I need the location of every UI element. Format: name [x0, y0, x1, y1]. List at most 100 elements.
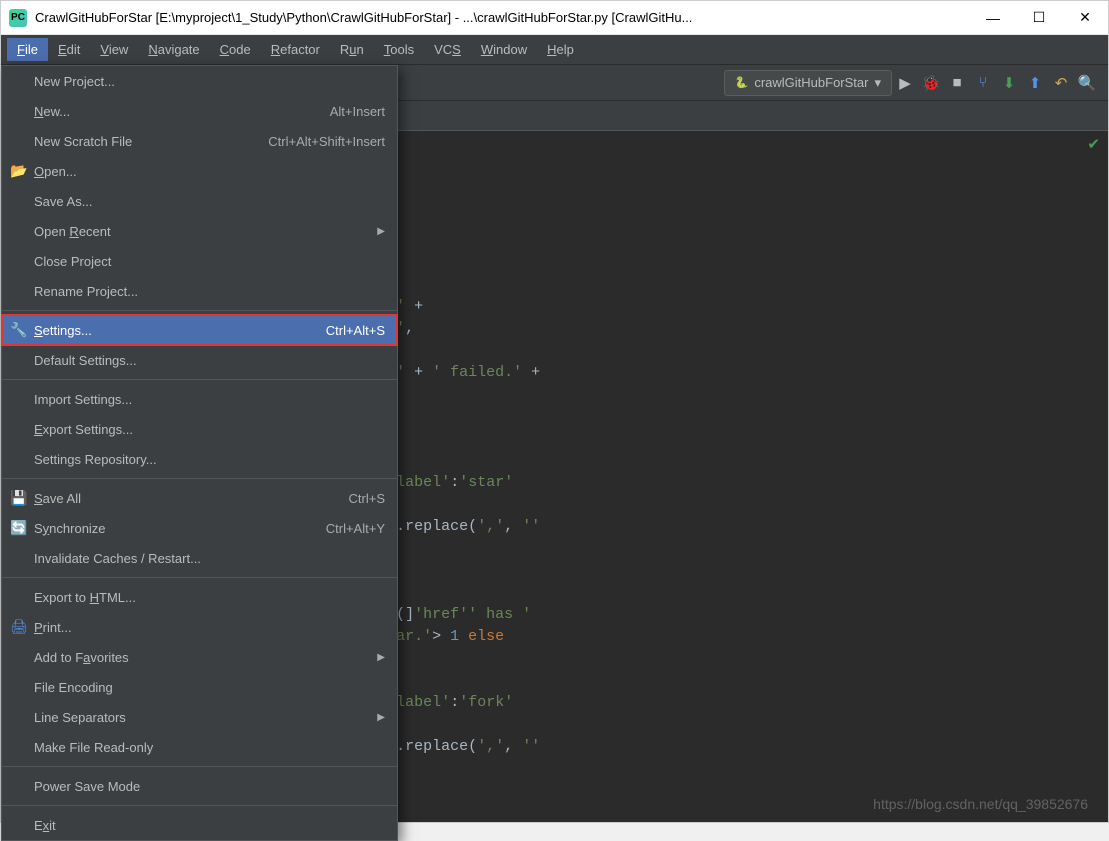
menu-item-label: Settings Repository...	[34, 452, 157, 467]
menu-separator	[2, 310, 397, 311]
titlebar: PC CrawlGitHubForStar [E:\myproject\1_St…	[1, 1, 1108, 35]
menu-vcs[interactable]: VCS	[424, 38, 471, 61]
menu-item-label: Add to Favorites	[34, 650, 129, 665]
menu-tools[interactable]: Tools	[374, 38, 424, 61]
menu-item-default-settings[interactable]: Default Settings...	[2, 345, 397, 375]
menu-item-settings-repository[interactable]: Settings Repository...	[2, 444, 397, 474]
python-icon: 🐍	[735, 76, 749, 89]
menu-item-save-as[interactable]: Save As...	[2, 186, 397, 216]
menu-item-label: New Scratch File	[34, 134, 132, 149]
menu-item-label: Make File Read-only	[34, 740, 153, 755]
menu-item-settings[interactable]: 🔧 Settings... Ctrl+Alt+S	[2, 315, 397, 345]
menu-item-label: Open...	[34, 164, 77, 179]
app-icon: PC	[9, 9, 27, 27]
stop-button[interactable]: ■	[944, 70, 970, 96]
menu-help[interactable]: Help	[537, 38, 584, 61]
menu-run[interactable]: Run	[330, 38, 374, 61]
menu-item-label: Settings...	[34, 323, 92, 338]
file-menu-dropdown: New Project... New... Alt+Insert New Scratc…	[1, 65, 398, 841]
menu-item-save-all[interactable]: 💾 Save All Ctrl+S	[2, 483, 397, 513]
menu-shortcut: Alt+Insert	[330, 104, 385, 119]
menu-shortcut: Ctrl+Alt+Shift+Insert	[268, 134, 385, 149]
vcs-update-icon[interactable]: ⬇	[996, 70, 1022, 96]
menu-item-exit[interactable]: Exit	[2, 810, 397, 840]
menu-item-label: Invalidate Caches / Restart...	[34, 551, 201, 566]
menu-item-new[interactable]: New... Alt+Insert	[2, 96, 397, 126]
menu-separator	[2, 766, 397, 767]
menu-item-label: Save All	[34, 491, 81, 506]
minimize-button[interactable]: —	[970, 1, 1016, 35]
window-title: CrawlGitHubForStar [E:\myproject\1_Study…	[35, 10, 970, 25]
menu-item-label: Print...	[34, 620, 72, 635]
menu-item-label: Line Separators	[34, 710, 126, 725]
close-button[interactable]: ✕	[1062, 1, 1108, 35]
menu-item-line-separators[interactable]: Line Separators ▶	[2, 702, 397, 732]
dropdown-icon: ▾	[874, 75, 881, 91]
submenu-arrow-icon: ▶	[377, 712, 385, 723]
menu-item-make-file-read-only[interactable]: Make File Read-only	[2, 732, 397, 762]
menu-item-label: New Project...	[34, 74, 115, 89]
menu-file[interactable]: File	[7, 38, 48, 61]
submenu-arrow-icon: ▶	[377, 652, 385, 663]
menu-item-label: Default Settings...	[34, 353, 137, 368]
menu-separator	[2, 577, 397, 578]
menu-edit[interactable]: Edit	[48, 38, 90, 61]
run-config-selector[interactable]: 🐍 crawlGitHubForStar ▾	[724, 70, 892, 96]
menu-item-open-recent[interactable]: Open Recent ▶	[2, 216, 397, 246]
menu-separator	[2, 478, 397, 479]
menu-code[interactable]: Code	[210, 38, 261, 61]
menu-item-new-project[interactable]: New Project...	[2, 66, 397, 96]
menu-shortcut: Ctrl+Alt+Y	[326, 521, 385, 536]
menu-item-power-save-mode[interactable]: Power Save Mode	[2, 771, 397, 801]
menubar: FileEditViewNavigateCodeRefactorRunTools…	[1, 35, 1108, 65]
menu-item-print[interactable]: 🖨 Print...	[2, 612, 397, 642]
menu-item-open[interactable]: 📂Open...	[2, 156, 397, 186]
menu-item-label: Import Settings...	[34, 392, 132, 407]
submenu-arrow-icon: ▶	[377, 226, 385, 237]
debug-button[interactable]: 🐞	[918, 70, 944, 96]
watermark: https://blog.csdn.net/qq_39852676	[873, 796, 1088, 812]
save-icon: 💾	[10, 490, 27, 507]
sync-icon: 🔄	[10, 520, 27, 537]
ide-body: FileEditViewNavigateCodeRefactorRunTools…	[1, 35, 1108, 822]
menu-item-synchronize[interactable]: 🔄 Synchronize Ctrl+Alt+Y	[2, 513, 397, 543]
menu-item-label: New...	[34, 104, 70, 119]
settings-icon: 🔧	[10, 322, 27, 339]
run-button[interactable]: ▶	[892, 70, 918, 96]
menu-item-label: Power Save Mode	[34, 779, 140, 794]
menu-item-label: Export to HTML...	[34, 590, 136, 605]
vcs-commit-icon[interactable]: ⬆	[1022, 70, 1048, 96]
menu-item-label: Rename Project...	[34, 284, 138, 299]
window-controls: — ☐ ✕	[970, 1, 1108, 35]
menu-item-import-settings[interactable]: Import Settings...	[2, 384, 397, 414]
menu-item-label: Open Recent	[34, 224, 111, 239]
search-icon[interactable]: 🔍	[1074, 70, 1100, 96]
menu-item-label: File Encoding	[34, 680, 113, 695]
menu-item-file-encoding[interactable]: File Encoding	[2, 672, 397, 702]
maximize-button[interactable]: ☐	[1016, 1, 1062, 35]
menu-refactor[interactable]: Refactor	[261, 38, 330, 61]
menu-item-export-to-html[interactable]: Export to HTML...	[2, 582, 397, 612]
vcs-branch-icon[interactable]: ⑂	[970, 70, 996, 96]
menu-item-label: Synchronize	[34, 521, 106, 536]
menu-view[interactable]: View	[90, 38, 138, 61]
menu-item-label: Export Settings...	[34, 422, 133, 437]
menu-window[interactable]: Window	[471, 38, 537, 61]
menu-shortcut: Ctrl+S	[349, 491, 385, 506]
print-icon: 🖨	[10, 619, 28, 636]
menu-separator	[2, 379, 397, 380]
menu-item-add-to-favorites[interactable]: Add to Favorites ▶	[2, 642, 397, 672]
menu-item-label: Save As...	[34, 194, 93, 209]
run-config-name: crawlGitHubForStar	[754, 75, 868, 90]
menu-item-label: Close Project	[34, 254, 111, 269]
menu-item-rename-project[interactable]: Rename Project...	[2, 276, 397, 306]
menu-item-close-project[interactable]: Close Project	[2, 246, 397, 276]
undo-icon[interactable]: ↶	[1048, 70, 1074, 96]
menu-item-export-settings[interactable]: Export Settings...	[2, 414, 397, 444]
menu-item-new-scratch-file[interactable]: New Scratch File Ctrl+Alt+Shift+Insert	[2, 126, 397, 156]
menu-navigate[interactable]: Navigate	[138, 38, 209, 61]
menu-shortcut: Ctrl+Alt+S	[326, 323, 385, 338]
ide-window: PC CrawlGitHubForStar [E:\myproject\1_St…	[0, 0, 1109, 823]
menu-separator	[2, 805, 397, 806]
menu-item-invalidate-caches-restart[interactable]: Invalidate Caches / Restart...	[2, 543, 397, 573]
